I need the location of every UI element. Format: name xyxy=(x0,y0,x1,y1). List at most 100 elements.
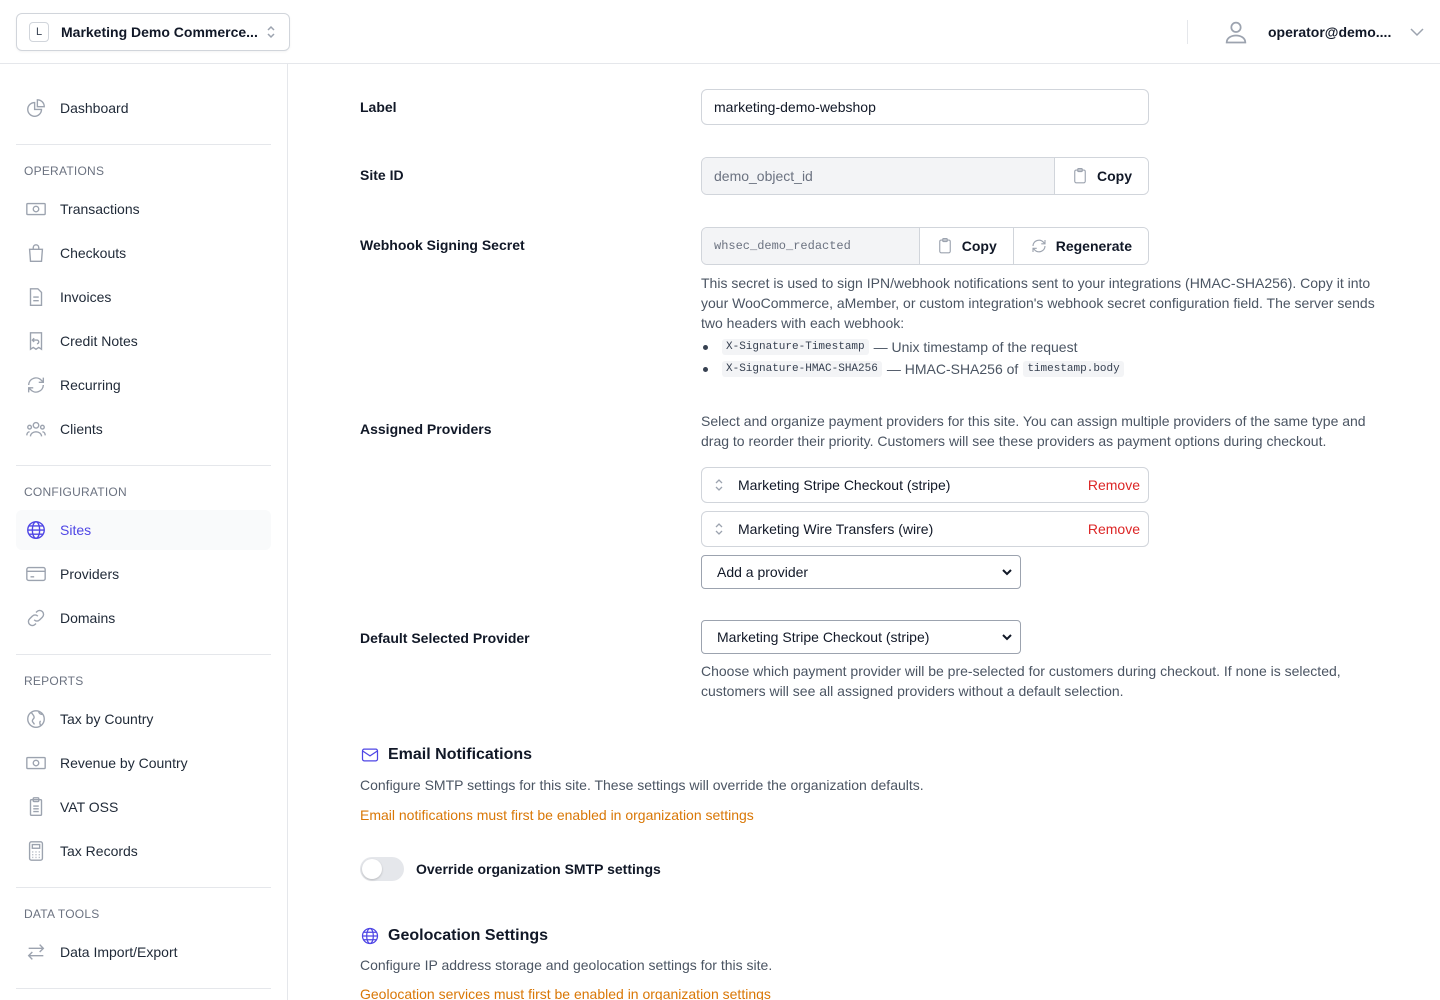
globe-icon xyxy=(361,927,379,945)
header-name-code: X-Signature-Timestamp xyxy=(722,339,869,355)
chevron-down-icon xyxy=(1002,569,1012,576)
document-text-icon xyxy=(24,285,48,309)
copy-webhook-secret-button[interactable]: Copy xyxy=(918,228,1013,264)
sidebar-heading-reports: REPORTS xyxy=(24,674,84,688)
assigned-providers-help: Select and organize payment providers fo… xyxy=(701,413,1366,449)
copy-label: Copy xyxy=(1097,168,1132,184)
sidebar-heading-data-tools: DATA TOOLS xyxy=(24,907,100,921)
sidebar-item-invoices[interactable]: Invoices xyxy=(16,277,271,317)
chevron-down-icon xyxy=(1002,634,1012,641)
chevron-up-down-icon xyxy=(267,25,275,39)
envelope-icon xyxy=(361,748,379,762)
copy-label: Copy xyxy=(961,238,997,254)
drag-handle-icon[interactable] xyxy=(714,521,724,537)
header-description: — HMAC-SHA256 of xyxy=(886,361,1019,377)
provider-name: Marketing Wire Transfers (wire) xyxy=(738,521,934,537)
clipboard-document-icon xyxy=(24,795,48,819)
geolocation-description: Configure IP address storage and geoloca… xyxy=(360,957,773,973)
sidebar-item-label: Recurring xyxy=(60,377,121,393)
arrow-path-icon xyxy=(24,373,48,397)
sidebar-divider xyxy=(16,654,271,655)
list-item: X-Signature-HMAC-SHA256 — HMAC-SHA256 of… xyxy=(701,358,1381,380)
sidebar-item-label: Providers xyxy=(60,566,120,582)
sidebar-item-label: Checkouts xyxy=(60,245,127,261)
select-value: Add a provider xyxy=(717,564,809,580)
sidebar-item-data-import-export[interactable]: Data Import/Export xyxy=(16,932,271,972)
smtp-override-label: Override organization SMTP settings xyxy=(416,861,661,877)
banknotes-icon xyxy=(24,197,48,221)
list-item[interactable]: Marketing Stripe Checkout (stripe) Remov… xyxy=(701,467,1149,503)
sidebar-item-vat-oss[interactable]: VAT OSS xyxy=(16,787,271,827)
sidebar-divider xyxy=(16,988,271,989)
calculator-icon xyxy=(24,839,48,863)
email-notifications-heading: Email Notifications xyxy=(360,745,532,765)
sidebar-item-providers[interactable]: Providers xyxy=(16,554,271,594)
add-provider-select[interactable]: Add a provider xyxy=(701,555,1021,589)
sidebar-divider xyxy=(16,144,271,145)
sidebar-item-tax-by-country[interactable]: Tax by Country xyxy=(16,699,271,739)
sidebar-item-label: Clients xyxy=(60,421,103,437)
default-provider-title: Default Selected Provider xyxy=(360,630,530,646)
org-name: Marketing Demo Commerce... xyxy=(61,24,258,40)
credit-card-icon xyxy=(24,562,48,586)
sidebar-item-label: Sites xyxy=(60,522,92,538)
copy-site-id-button[interactable]: Copy xyxy=(1054,158,1148,194)
email-notifications-warning: Email notifications must first be enable… xyxy=(360,807,754,823)
provider-name: Marketing Stripe Checkout (stripe) xyxy=(738,477,951,493)
drag-handle-icon[interactable] xyxy=(714,477,724,493)
sidebar-heading-operations: OPERATIONS xyxy=(24,164,105,178)
sidebar-item-revenue-by-country[interactable]: Revenue by Country xyxy=(16,743,271,783)
sidebar-item-label: Tax Records xyxy=(60,843,138,859)
payload-code: timestamp.body xyxy=(1023,361,1124,377)
sidebar-item-recurring[interactable]: Recurring xyxy=(16,365,271,405)
sidebar-item-label: Domains xyxy=(60,610,116,626)
sidebar-item-transactions[interactable]: Transactions xyxy=(16,189,271,229)
sidebar-item-label: Transactions xyxy=(60,201,140,217)
sidebar-item-dashboard[interactable]: Dashboard xyxy=(16,88,271,128)
sidebar-item-credit-notes[interactable]: Credit Notes xyxy=(16,321,271,361)
list-item[interactable]: Marketing Wire Transfers (wire) Remove xyxy=(701,511,1149,547)
smtp-override-toggle[interactable] xyxy=(360,857,404,881)
header-name-code: X-Signature-HMAC-SHA256 xyxy=(722,361,882,377)
sidebar-item-label: Revenue by Country xyxy=(60,755,188,771)
user-group-icon xyxy=(24,417,48,441)
webhook-secret-help: This secret is used to sign IPN/webhook … xyxy=(701,275,1375,331)
webhook-headers-list: X-Signature-Timestamp — Unix timestamp o… xyxy=(701,336,1381,380)
sidebar-item-tax-records[interactable]: Tax Records xyxy=(16,831,271,871)
user-avatar-icon xyxy=(1225,21,1247,44)
remove-provider-button[interactable]: Remove xyxy=(1088,521,1140,537)
user-email: operator@demo.... xyxy=(1268,24,1392,40)
user-menu[interactable]: operator@demo.... xyxy=(1222,18,1425,46)
sidebar-item-sites[interactable]: Sites xyxy=(16,510,271,550)
regenerate-secret-button[interactable]: Regenerate xyxy=(1012,228,1148,264)
webhook-secret-group: whsec_demo_redacted Copy Regenerate xyxy=(701,227,1149,265)
sidebar-item-label: Dashboard xyxy=(60,100,129,116)
label-input[interactable] xyxy=(701,89,1149,125)
sidebar-item-label: Invoices xyxy=(60,289,112,305)
geolocation-settings-heading: Geolocation Settings xyxy=(360,926,548,946)
remove-provider-button[interactable]: Remove xyxy=(1088,477,1140,493)
list-item: X-Signature-Timestamp — Unix timestamp o… xyxy=(701,336,1381,358)
sidebar-item-label: Data Import/Export xyxy=(60,944,178,960)
chart-pie-icon xyxy=(24,96,48,120)
sidebar-item-label: Tax by Country xyxy=(60,711,154,727)
sidebar-item-clients[interactable]: Clients xyxy=(16,409,271,449)
sidebar-item-checkouts[interactable]: Checkouts xyxy=(16,233,271,273)
sidebar-item-label: VAT OSS xyxy=(60,799,119,815)
default-provider-select[interactable]: Marketing Stripe Checkout (stripe) xyxy=(701,620,1021,654)
default-provider-help: Choose which payment provider will be pr… xyxy=(701,663,1341,699)
webhook-secret-value: whsec_demo_redacted xyxy=(702,228,919,264)
assigned-providers-title: Assigned Providers xyxy=(360,421,492,437)
shopping-bag-icon xyxy=(24,241,48,265)
organization-switcher[interactable]: L Marketing Demo Commerce... xyxy=(16,13,290,51)
main-content: Label Site ID demo_object_id Copy Webhoo… xyxy=(289,64,1440,1000)
site-id-title: Site ID xyxy=(360,167,404,183)
sidebar-heading-configuration: CONFIGURATION xyxy=(24,485,127,499)
smtp-override-row: Override organization SMTP settings xyxy=(360,857,661,881)
label-field-title: Label xyxy=(360,99,397,115)
select-value: Marketing Stripe Checkout (stripe) xyxy=(717,629,930,645)
arrows-right-left-icon xyxy=(24,940,48,964)
sidebar-item-domains[interactable]: Domains xyxy=(16,598,271,638)
banknotes-icon xyxy=(24,751,48,775)
arrow-path-icon xyxy=(1032,239,1046,253)
